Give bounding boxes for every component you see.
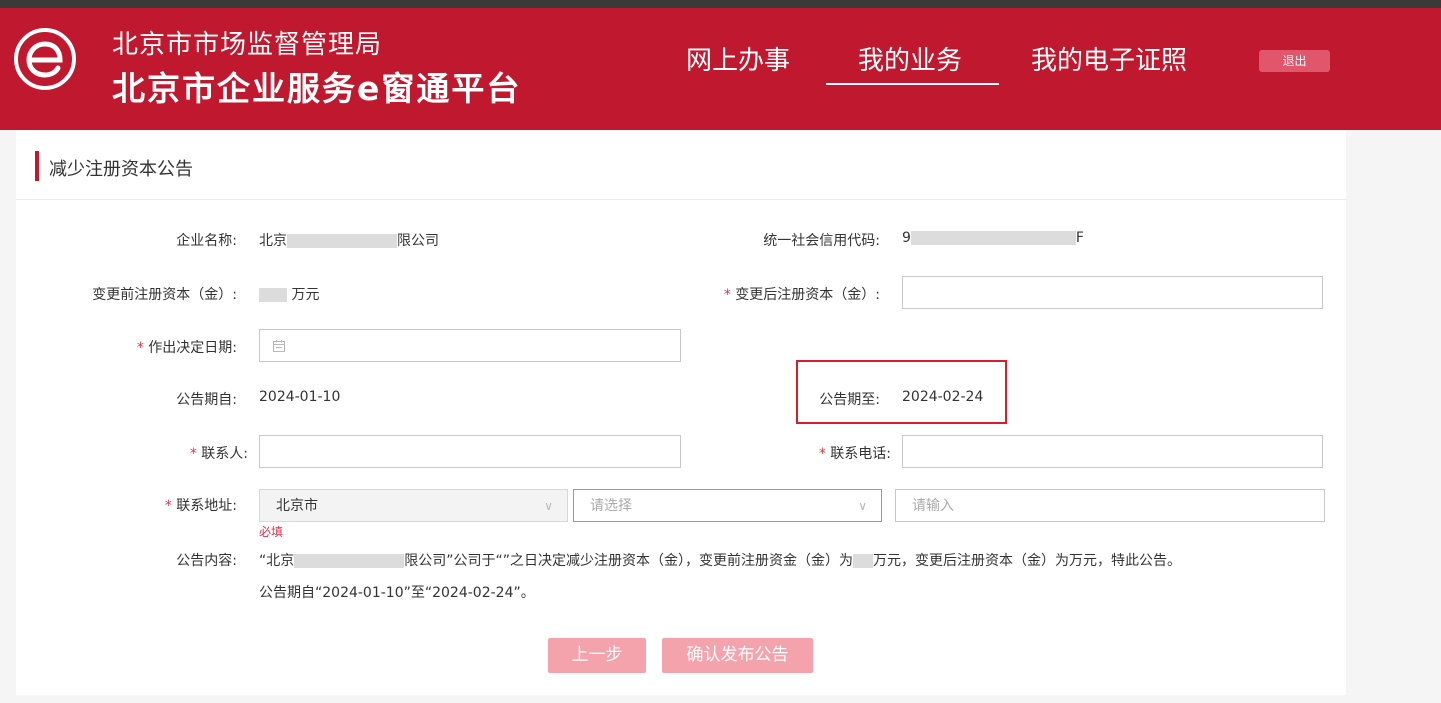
capital-before-value: 万元 <box>259 284 319 304</box>
contact-label: * 联系人: <box>16 443 248 463</box>
redacted-mask <box>853 554 874 568</box>
required-star: * <box>164 498 177 514</box>
form-card: 减少注册资本公告 企业名称: 北京 限公司 统一社会信用代码: 9F 变更前注册资… <box>16 130 1346 695</box>
decision-date-label: * 作出决定日期: <box>16 337 237 357</box>
credit-code-value: 9F <box>902 230 1084 246</box>
section-accent-bar <box>35 151 39 181</box>
address-label-text: 联系地址: <box>176 498 237 514</box>
top-strip <box>0 0 1441 8</box>
notice-from-value: 2024-01-10 <box>259 389 341 405</box>
site-header: 北京市市场监督管理局 北京市企业服务e窗通平台 网上办事 我的业务 我的电子证照… <box>0 8 1441 130</box>
content-line-2: 公告期自“2024-01-10”至“2024-02-24”。 <box>259 585 535 601</box>
phone-label: * 联系电话: <box>616 443 891 463</box>
required-star: * <box>189 446 202 462</box>
company-name-label: 企业名称: <box>176 233 237 249</box>
required-star: * <box>723 287 736 303</box>
company-name-prefix: 北京 <box>259 233 287 249</box>
chevron-down-icon: ∨ <box>858 499 867 513</box>
nav-my-e-license[interactable]: 我的电子证照 <box>1031 40 1187 77</box>
address-detail-placeholder: 请输入 <box>912 498 954 514</box>
address-district-select[interactable]: 请选择 ∨ <box>573 489 882 522</box>
company-name-suffix: 限公司 <box>397 233 439 249</box>
address-label: * 联系地址: <box>16 495 237 515</box>
redacted-mask <box>287 234 397 248</box>
address-city-select[interactable]: 北京市 ∨ <box>259 489 568 522</box>
publish-notice-button[interactable]: 确认发布公告 <box>662 638 813 673</box>
nav-online-service[interactable]: 网上办事 <box>686 40 790 77</box>
phone-input[interactable] <box>902 435 1323 468</box>
prev-button[interactable]: 上一步 <box>548 638 646 673</box>
required-star: * <box>136 340 149 356</box>
content-line-1: “北京 限公司”公司于“”之日决定减少注册资本（金），变更前注册资金（金）为 万元，… <box>259 550 1181 570</box>
phone-label-text: 联系电话: <box>830 446 891 462</box>
content-text-c: 万元，变更后注册资本（金）为万元，特此公告。 <box>873 553 1182 569</box>
company-name-value: 北京 限公司 <box>259 230 439 250</box>
decision-date-label-text: 作出决定日期: <box>148 340 237 356</box>
required-hint: 必填 <box>259 525 284 539</box>
address-district-placeholder: 请选择 <box>590 498 632 514</box>
capital-before-label: 变更前注册资本（金）: <box>92 287 237 303</box>
section-title: 减少注册资本公告 <box>49 159 193 180</box>
notice-from-label: 公告期自: <box>176 392 237 408</box>
nav-active-underline <box>826 83 999 85</box>
capital-after-input[interactable] <box>902 276 1323 309</box>
platform-name: 北京市企业服务e窗通平台 <box>112 69 522 108</box>
nav-my-business[interactable]: 我的业务 <box>858 40 962 77</box>
calendar-icon <box>273 340 285 352</box>
credit-code-label: 统一社会信用代码: <box>763 233 880 249</box>
address-detail-input[interactable]: 请输入 <box>895 489 1325 522</box>
e-logo-icon <box>14 28 76 90</box>
capital-after-label-text: 变更后注册资本（金）: <box>735 287 880 303</box>
capital-before-unit: 万元 <box>291 287 320 303</box>
capital-after-label: * 变更后注册资本（金）: <box>616 284 880 304</box>
content-label: 公告内容: <box>176 553 237 569</box>
org-name: 北京市市场监督管理局 <box>112 30 383 60</box>
logout-button[interactable]: 退出 <box>1259 50 1330 72</box>
content-text-a: “北京 <box>259 553 295 569</box>
address-city-value: 北京市 <box>276 498 318 514</box>
redacted-mask <box>259 288 287 302</box>
decision-date-picker[interactable] <box>259 329 681 362</box>
required-star: * <box>818 446 831 462</box>
redacted-mask <box>294 554 405 568</box>
redacted-mask <box>910 231 1076 245</box>
contact-label-text: 联系人: <box>201 446 248 462</box>
credit-code-suffix: F <box>1075 230 1084 246</box>
notice-to-label: 公告期至: <box>819 392 880 408</box>
notice-to-value: 2024-02-24 <box>902 389 984 405</box>
chevron-down-icon: ∨ <box>544 499 553 513</box>
credit-code-prefix: 9 <box>902 230 911 246</box>
section-divider <box>16 199 1346 200</box>
content-text-b: 限公司”公司于“”之日决定减少注册资本（金），变更前注册资金（金）为 <box>404 553 854 569</box>
